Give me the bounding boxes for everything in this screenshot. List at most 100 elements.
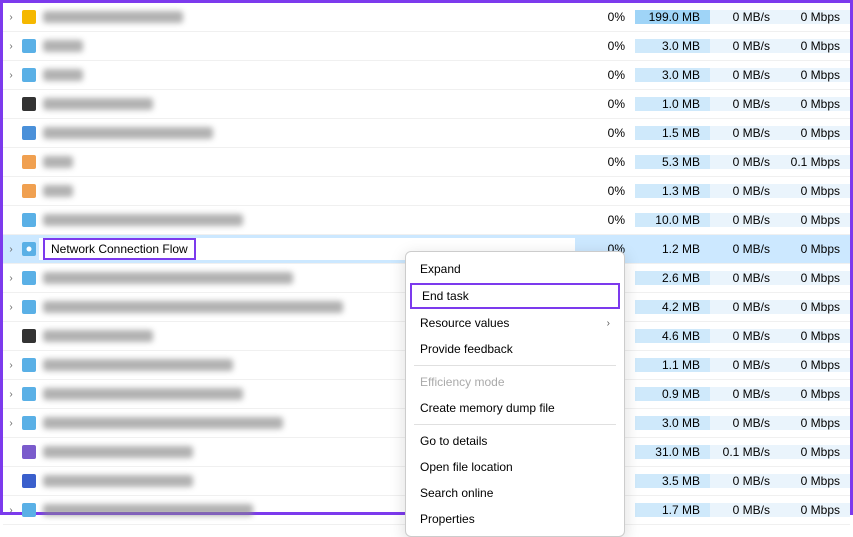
menu-item-end-task[interactable]: End task xyxy=(410,283,620,309)
blurred-process-name xyxy=(43,98,153,110)
expand-chevron-icon[interactable]: › xyxy=(3,273,19,284)
process-icon xyxy=(19,329,39,343)
process-icon xyxy=(19,213,39,227)
disk-cell: 0 MB/s xyxy=(710,10,780,24)
process-icon xyxy=(19,445,39,459)
expand-chevron-icon[interactable]: › xyxy=(3,302,19,313)
blurred-process-name xyxy=(43,214,243,226)
menu-item-create-memory-dump-file[interactable]: Create memory dump file xyxy=(406,395,624,421)
process-name xyxy=(39,69,575,81)
menu-item-search-online[interactable]: Search online xyxy=(406,480,624,506)
process-icon xyxy=(19,126,39,140)
process-icon xyxy=(19,39,39,53)
menu-item-properties[interactable]: Properties xyxy=(406,506,624,532)
expand-chevron-icon[interactable]: › xyxy=(3,418,19,429)
net-cell: 0 Mbps xyxy=(780,300,850,314)
process-icon xyxy=(19,271,39,285)
expand-chevron-icon[interactable]: › xyxy=(3,12,19,23)
process-name xyxy=(39,40,575,52)
disk-cell: 0 MB/s xyxy=(710,155,780,169)
process-name xyxy=(39,11,575,23)
cpu-cell: 0% xyxy=(575,213,635,227)
blurred-process-name xyxy=(43,156,73,168)
process-row[interactable]: ›0%3.0 MB0 MB/s0 Mbps xyxy=(3,32,850,61)
net-cell: 0 Mbps xyxy=(780,271,850,285)
mem-cell: 3.5 MB xyxy=(635,474,710,488)
disk-cell: 0.1 MB/s xyxy=(710,445,780,459)
expand-chevron-icon[interactable]: › xyxy=(3,505,19,516)
disk-cell: 0 MB/s xyxy=(710,68,780,82)
process-name xyxy=(39,98,575,110)
process-name xyxy=(39,127,575,139)
menu-item-label: Expand xyxy=(420,262,461,276)
net-cell: 0 Mbps xyxy=(780,329,850,343)
expand-chevron-icon[interactable]: › xyxy=(3,41,19,52)
menu-item-provide-feedback[interactable]: Provide feedback xyxy=(406,336,624,362)
disk-cell: 0 MB/s xyxy=(710,184,780,198)
process-name xyxy=(39,214,575,226)
net-cell: 0 Mbps xyxy=(780,97,850,111)
menu-item-label: Provide feedback xyxy=(420,342,513,356)
expand-chevron-icon[interactable]: › xyxy=(3,360,19,371)
process-row[interactable]: 0%1.5 MB0 MB/s0 Mbps xyxy=(3,119,850,148)
menu-divider xyxy=(414,424,616,425)
selected-process-name: Network Connection Flow xyxy=(43,238,196,260)
net-cell: 0 Mbps xyxy=(780,358,850,372)
menu-item-resource-values[interactable]: Resource values › xyxy=(406,310,624,336)
process-row[interactable]: 0%1.0 MB0 MB/s0 Mbps xyxy=(3,90,850,119)
menu-item-go-to-details[interactable]: Go to details xyxy=(406,428,624,454)
disk-cell: 0 MB/s xyxy=(710,358,780,372)
mem-cell: 3.0 MB xyxy=(635,39,710,53)
blurred-process-name xyxy=(43,446,193,458)
net-cell: 0 Mbps xyxy=(780,416,850,430)
menu-item-label: Properties xyxy=(420,512,475,526)
process-row[interactable]: ›0%3.0 MB0 MB/s0 Mbps xyxy=(3,61,850,90)
net-cell: 0 Mbps xyxy=(780,213,850,227)
blurred-process-name xyxy=(43,475,193,487)
disk-cell: 0 MB/s xyxy=(710,329,780,343)
menu-item-open-file-location[interactable]: Open file location xyxy=(406,454,624,480)
process-icon xyxy=(19,387,39,401)
process-icon xyxy=(19,474,39,488)
disk-cell: 0 MB/s xyxy=(710,474,780,488)
menu-item-expand[interactable]: Expand xyxy=(406,256,624,282)
mem-cell: 199.0 MB xyxy=(635,10,710,24)
expand-chevron-icon[interactable]: › xyxy=(3,244,19,255)
blurred-process-name xyxy=(43,504,253,516)
chevron-right-icon: › xyxy=(607,318,610,329)
process-row[interactable]: 0%1.3 MB0 MB/s0 Mbps xyxy=(3,177,850,206)
net-cell: 0 Mbps xyxy=(780,68,850,82)
disk-cell: 0 MB/s xyxy=(710,416,780,430)
menu-item-label: Go to details xyxy=(420,434,487,448)
process-icon xyxy=(19,68,39,82)
expand-chevron-icon[interactable]: › xyxy=(3,70,19,81)
process-name xyxy=(39,156,575,168)
mem-cell: 4.6 MB xyxy=(635,329,710,343)
net-cell: 0.1 Mbps xyxy=(780,155,850,169)
blurred-process-name xyxy=(43,185,73,197)
expand-chevron-icon[interactable]: › xyxy=(3,389,19,400)
blurred-process-name xyxy=(43,272,293,284)
mem-cell: 3.0 MB xyxy=(635,68,710,82)
menu-item-label: Resource values xyxy=(420,316,509,330)
process-row[interactable]: 0%5.3 MB0 MB/s0.1 Mbps xyxy=(3,148,850,177)
cpu-cell: 0% xyxy=(575,39,635,53)
disk-cell: 0 MB/s xyxy=(710,271,780,285)
cpu-cell: 0% xyxy=(575,184,635,198)
blurred-process-name xyxy=(43,40,83,52)
process-icon xyxy=(19,155,39,169)
cpu-cell: 0% xyxy=(575,126,635,140)
process-icon xyxy=(19,300,39,314)
mem-cell: 1.2 MB xyxy=(635,242,710,256)
net-cell: 0 Mbps xyxy=(780,387,850,401)
process-icon xyxy=(19,242,39,256)
process-row[interactable]: 0%10.0 MB0 MB/s0 Mbps xyxy=(3,206,850,235)
disk-cell: 0 MB/s xyxy=(710,97,780,111)
process-row[interactable]: ›0%199.0 MB0 MB/s0 Mbps xyxy=(3,3,850,32)
blurred-process-name xyxy=(43,388,243,400)
disk-cell: 0 MB/s xyxy=(710,126,780,140)
mem-cell: 31.0 MB xyxy=(635,445,710,459)
disk-cell: 0 MB/s xyxy=(710,213,780,227)
cpu-cell: 0% xyxy=(575,155,635,169)
mem-cell: 1.5 MB xyxy=(635,126,710,140)
